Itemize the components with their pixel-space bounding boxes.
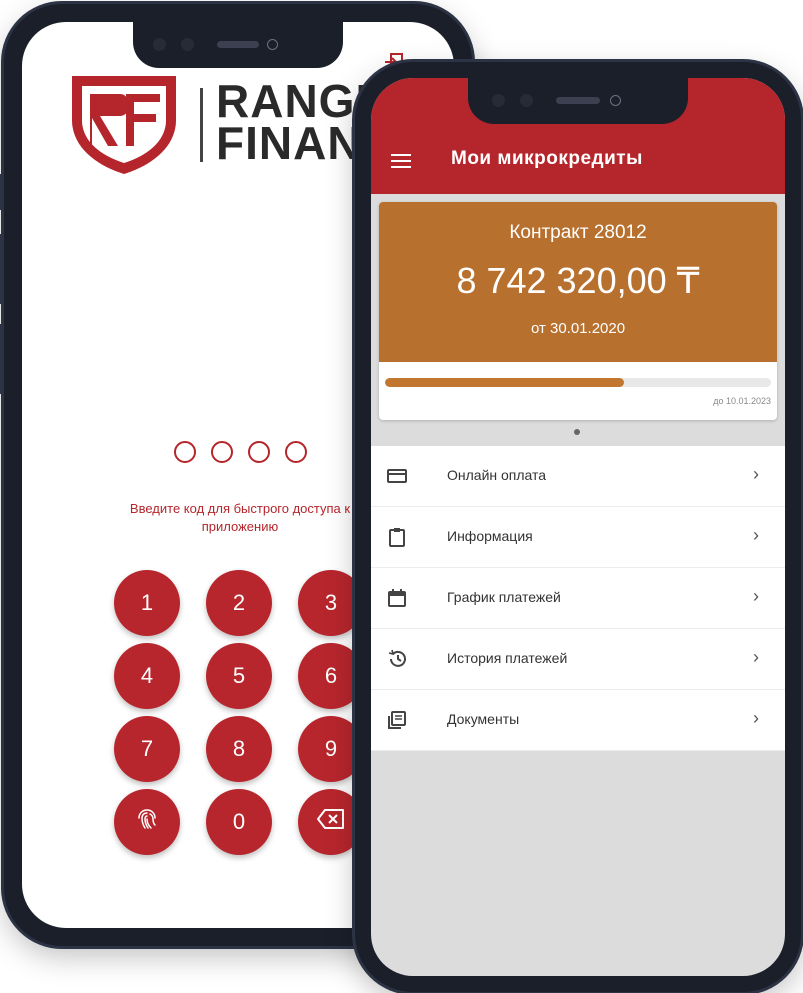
repayment-progress-bar <box>385 378 771 387</box>
pin-dot <box>285 441 307 463</box>
documents-icon <box>387 710 407 730</box>
front-camera <box>610 95 621 106</box>
contract-amount: 8 742 320,00 ₸ <box>456 260 700 301</box>
menu-item-label: Онлайн оплата <box>447 467 547 483</box>
pin-prompt: Введите код для быстрого доступа к прило… <box>90 500 390 536</box>
pin-dot <box>248 441 270 463</box>
keypad-key-5[interactable]: 5 <box>206 643 272 709</box>
menu-item-label: История платежей <box>447 650 568 666</box>
history-icon <box>387 649 407 669</box>
menu-item-online-payment[interactable]: Онлайн оплата › <box>371 446 785 507</box>
front-camera <box>267 39 278 50</box>
main-phone-frame: Мои микрокредиты Контракт 28012 8 742 32… <box>355 62 803 992</box>
keypad-key-1[interactable]: 1 <box>114 570 180 636</box>
menu-item-label: График платежей <box>447 589 561 605</box>
sensor <box>181 38 194 51</box>
speaker <box>556 97 600 104</box>
menu-item-documents[interactable]: Документы › <box>371 690 785 751</box>
pin-dot <box>211 441 233 463</box>
menu-item-label: Информация <box>447 528 533 544</box>
menu-item-label: Документы <box>447 711 520 727</box>
main-screen: Мои микрокредиты Контракт 28012 8 742 32… <box>371 78 785 976</box>
menu-list: Онлайн оплата › Информация › График плат… <box>371 446 785 751</box>
contract-until-date: до 10.01.2023 <box>713 396 771 406</box>
hamburger-menu-icon[interactable] <box>391 154 411 168</box>
fingerprint-button[interactable] <box>114 789 180 855</box>
phone-notch <box>468 78 688 124</box>
contract-card-header: Контракт 28012 8 742 320,00 ₸ от 30.01.2… <box>379 202 777 362</box>
phone-side-button <box>0 324 3 394</box>
credit-card-icon <box>387 466 407 486</box>
keypad-key-4[interactable]: 4 <box>114 643 180 709</box>
contract-from-date: от 30.01.2020 <box>530 320 626 337</box>
keypad-key-2[interactable]: 2 <box>206 570 272 636</box>
phone-side-button <box>0 174 3 210</box>
phone-side-button <box>0 234 3 304</box>
camera <box>153 38 166 51</box>
phone-notch <box>133 22 343 68</box>
chevron-right-icon: › <box>753 586 759 606</box>
chevron-right-icon: › <box>753 525 759 545</box>
pin-prompt-line2: приложению <box>201 519 279 534</box>
contract-title: Контракт 28012 <box>509 222 647 243</box>
chevron-right-icon: › <box>753 647 759 667</box>
logo-divider <box>200 88 203 162</box>
keypad-key-7[interactable]: 7 <box>114 716 180 782</box>
backspace-icon <box>316 808 346 836</box>
keypad-key-0[interactable]: 0 <box>206 789 272 855</box>
menu-item-information[interactable]: Информация › <box>371 507 785 568</box>
pin-dot <box>174 441 196 463</box>
keypad-key-8[interactable]: 8 <box>206 716 272 782</box>
page-title: Мои микрокредиты <box>451 148 643 169</box>
repayment-progress-fill <box>385 378 625 387</box>
clipboard-icon <box>387 527 407 547</box>
camera <box>492 94 505 107</box>
chevron-right-icon: › <box>753 708 759 728</box>
brand-logo <box>68 70 180 178</box>
pin-prompt-line1: Введите код для быстрого доступа к <box>129 501 351 516</box>
sensor <box>520 94 533 107</box>
fingerprint-icon <box>134 806 160 838</box>
chevron-right-icon: › <box>753 464 759 484</box>
carousel-indicator[interactable] <box>574 429 580 435</box>
menu-item-payment-history[interactable]: История платежей › <box>371 629 785 690</box>
calendar-icon <box>387 588 407 608</box>
speaker <box>217 41 259 48</box>
app-bar: Мои микрокредиты <box>371 78 785 194</box>
contract-card[interactable]: Контракт 28012 8 742 320,00 ₸ от 30.01.2… <box>379 202 777 420</box>
menu-item-payment-schedule[interactable]: График платежей › <box>371 568 785 629</box>
